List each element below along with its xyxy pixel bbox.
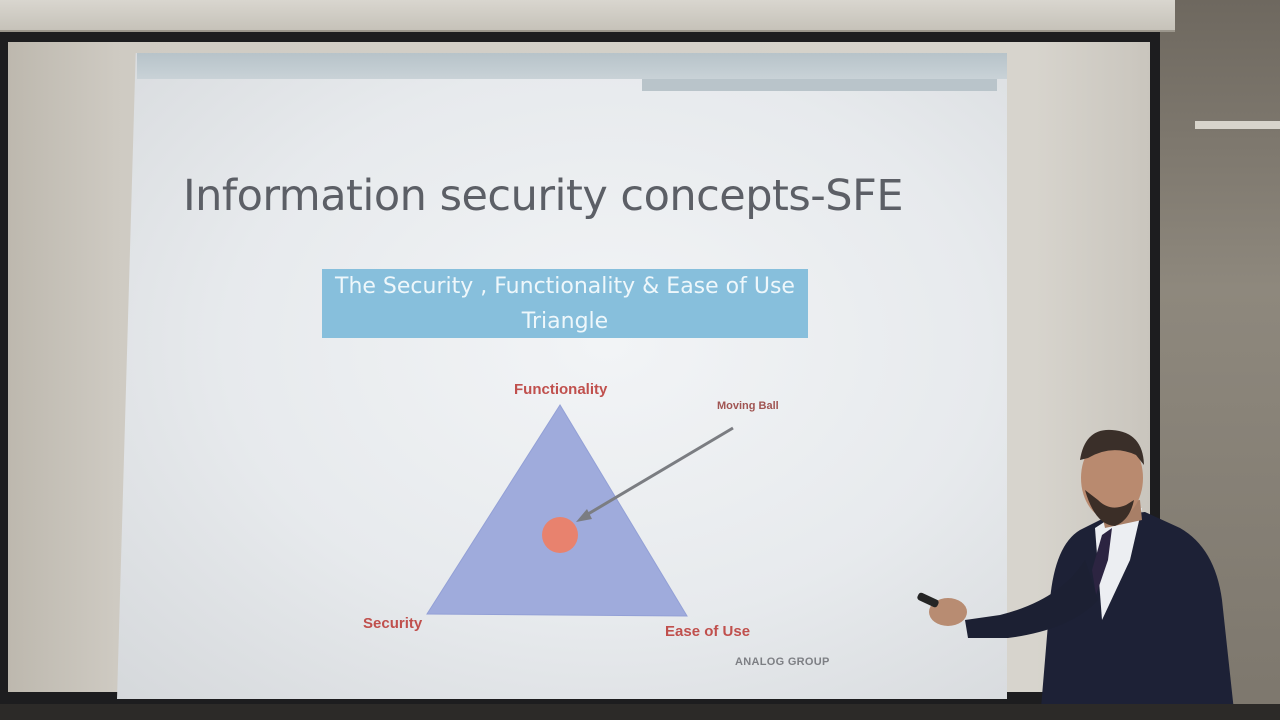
presenter-clicker — [917, 592, 939, 608]
presenter — [917, 429, 1235, 720]
presentation-photo: Information security concepts-SFE The Se… — [0, 0, 1280, 720]
screen-bottom-edge — [0, 704, 1280, 720]
